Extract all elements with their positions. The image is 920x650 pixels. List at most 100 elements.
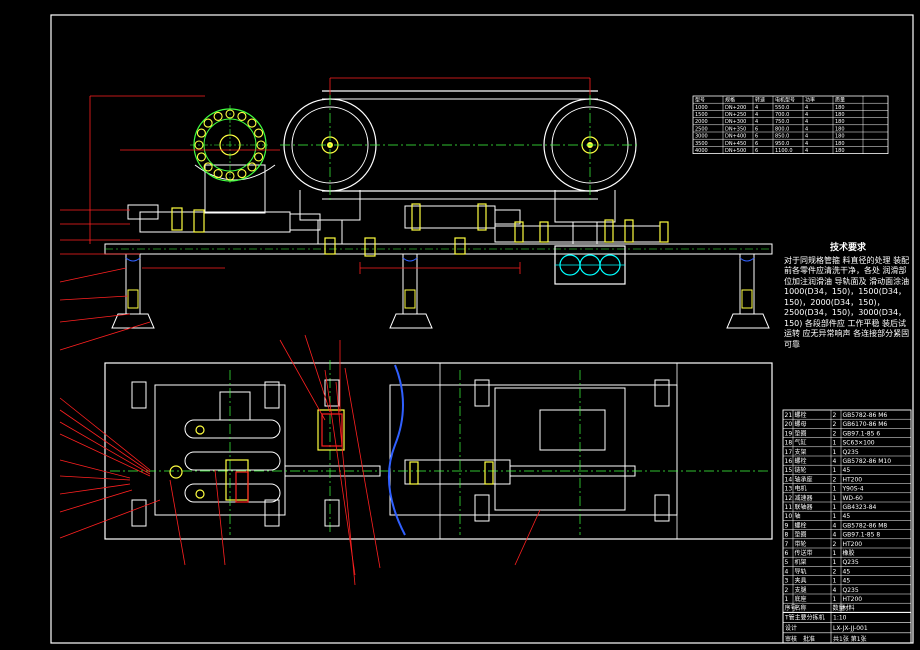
title-block-checker: 审核 <box>785 635 797 643</box>
wheel-tooth <box>237 169 247 179</box>
title-block-approver: 批准 <box>803 635 815 643</box>
parts-cell: 带轮 <box>795 540 807 548</box>
title-block-designer: 设计 <box>785 624 797 632</box>
parts-cell: Q235 <box>843 449 859 456</box>
spec-cell: 4 <box>755 119 758 125</box>
spec-cell: 180 <box>835 148 845 154</box>
parts-cell: 2 <box>833 430 837 437</box>
parts-cell: 11 <box>785 504 793 511</box>
parts-cell: GB5782-86 M10 <box>843 458 892 465</box>
spec-header-cell: 电机型号 <box>775 97 795 104</box>
parts-cell: 45 <box>843 568 851 575</box>
spec-cell: 6 <box>755 134 758 140</box>
sorting-wheel <box>190 105 276 214</box>
spec-cell: DN+200 <box>725 105 746 111</box>
parts-cell: GB6170-86 M6 <box>843 421 888 428</box>
parts-cell: 4 <box>785 568 789 575</box>
spec-cell: 1000 <box>695 105 708 111</box>
spec-cell: 180 <box>835 112 845 118</box>
parts-cell: 导轨 <box>795 567 807 575</box>
parts-cell: 联轴器 <box>795 503 813 511</box>
parts-cell: 15 <box>785 467 793 474</box>
parts-cell: 螺母 <box>795 420 807 428</box>
parts-cell: 电机 <box>795 485 807 493</box>
spec-cell: 950.0 <box>775 141 789 147</box>
parts-cell: 夹具 <box>795 577 807 585</box>
spec-cell: 2500 <box>695 126 708 132</box>
parts-cell: 5 <box>785 559 789 566</box>
parts-cell: 45 <box>843 578 851 585</box>
technical-requirements-title: 技术要求 <box>829 243 866 253</box>
title-block-scale: 1:10 <box>833 615 847 622</box>
parts-cell: 垫圈 <box>795 531 807 539</box>
parts-footer-cell: 名称 <box>795 604 807 612</box>
parts-cell: GB97.1-85 8 <box>843 532 881 539</box>
spec-cell: 180 <box>835 134 845 140</box>
spec-cell: 180 <box>835 141 845 147</box>
parts-cell: Q235 <box>843 559 859 566</box>
parts-cell: HT200 <box>843 476 863 483</box>
spec-table: 型号 规格 转速 电机型号 功率 质量 1000 DN+200 4 550.0 4 180 1500 DN… <box>692 95 889 154</box>
spec-cell: DN+250 <box>725 112 746 118</box>
spec-cell: 1500 <box>695 112 708 118</box>
parts-cell: WD-60 <box>843 495 864 502</box>
parts-cell: 2 <box>833 421 837 428</box>
parts-cell: 3 <box>785 578 789 585</box>
spec-cell: 4 <box>755 105 758 111</box>
spec-cell: 4 <box>755 112 758 118</box>
spec-cell: 550.0 <box>775 105 789 111</box>
parts-cell: 支腿 <box>795 586 807 594</box>
wheel-tooth <box>213 111 223 121</box>
wheel-tooth <box>213 169 223 179</box>
spec-header-cell: 转速 <box>755 97 765 104</box>
spec-cell: DN+450 <box>725 141 746 147</box>
spec-cell: 4 <box>805 119 808 125</box>
spec-header-cell: 功率 <box>805 97 815 104</box>
parts-cell: HT200 <box>843 541 863 548</box>
parts-cell: 1 <box>833 467 837 474</box>
parts-cell: 底座 <box>795 595 807 603</box>
technical-requirements-body: 对于同规格管箍 料直径的处理 装配前各零件应清洗干净，各处 润滑部位加注润滑油 … <box>784 255 912 349</box>
parts-cell: HT200 <box>843 596 863 603</box>
parts-cell: GB97.1-85 6 <box>843 430 881 437</box>
wheel-tooth <box>247 162 257 172</box>
spec-cell: 4 <box>805 112 808 118</box>
parts-cell: 7 <box>785 541 789 548</box>
parts-list: 21 螺栓 2 GB5782-86 M620 螺母 2 GB6170-86 M619 垫圈 2 G… <box>782 409 912 644</box>
spec-cell: DN+500 <box>725 148 746 154</box>
parts-cell: Q235 <box>843 587 859 594</box>
parts-cell: 支架 <box>795 448 807 456</box>
wheel-tooth <box>196 128 206 138</box>
parts-cell: 1 <box>833 578 837 585</box>
parts-cell: 螺栓 <box>795 411 807 419</box>
wheel-tooth <box>254 152 264 162</box>
spec-cell: 4000 <box>695 148 708 154</box>
parts-cell: 轴承座 <box>795 475 813 483</box>
parts-cell: 2 <box>833 541 837 548</box>
parts-cell: 12 <box>785 495 793 502</box>
parts-cell: 4 <box>833 522 837 529</box>
parts-cell: 传送带 <box>795 549 813 557</box>
parts-cell: 2 <box>785 587 789 594</box>
parts-cell: 9 <box>785 522 789 529</box>
spec-cell: 800.0 <box>775 126 789 132</box>
parts-cell: 气缸 <box>795 439 807 447</box>
spec-header-cell: 型号 <box>695 97 705 104</box>
spec-cell: 1100.0 <box>775 148 793 154</box>
spec-cell: 6 <box>755 126 758 132</box>
parts-cell: 21 <box>785 412 793 419</box>
spec-cell: 180 <box>835 119 845 125</box>
parts-cell: 1 <box>833 596 837 603</box>
spec-cell: 4 <box>805 105 808 111</box>
parts-cell: 2 <box>833 568 837 575</box>
parts-cell: 垫圈 <box>795 429 807 437</box>
parts-cell: GB4323-84 <box>843 504 877 511</box>
parts-cell: GB5782-86 M8 <box>843 522 888 529</box>
wheel-tooth <box>196 152 206 162</box>
spec-cell: 700.0 <box>775 112 789 118</box>
spec-cell: 180 <box>835 126 845 132</box>
parts-cell: 轴 <box>795 512 801 520</box>
title-block-title: T管主要分拣机 <box>784 614 825 622</box>
parts-cell: 6 <box>785 550 789 557</box>
parts-cell: SC63×100 <box>843 440 875 447</box>
